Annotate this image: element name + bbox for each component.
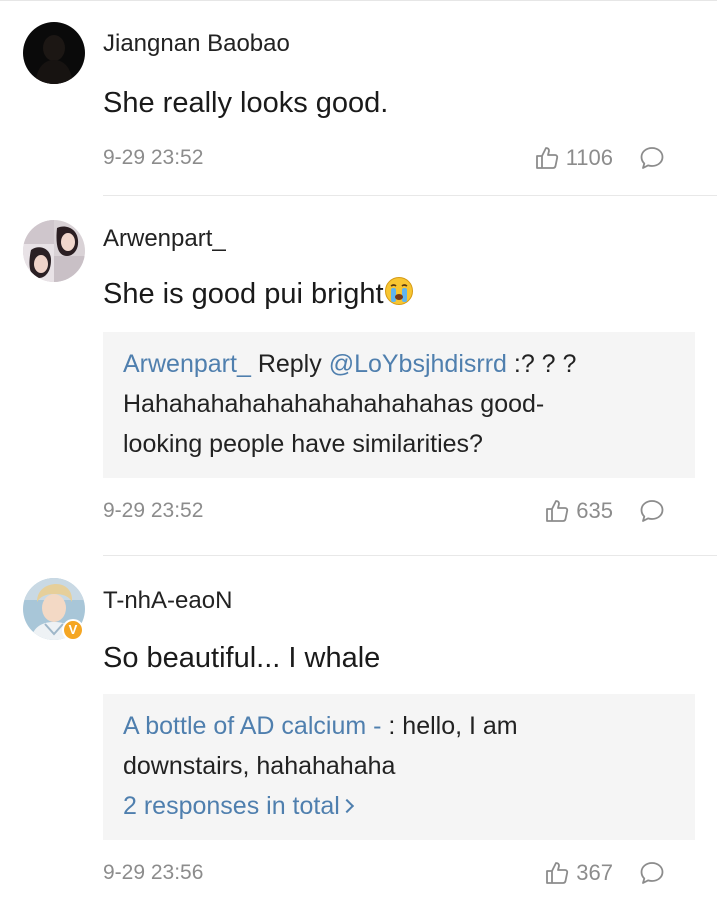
- reply-preview[interactable]: A bottle of AD calcium - : hello, I am d…: [103, 694, 695, 840]
- comment-item: V T-nhA-eaoN So beautiful... I whale A b…: [0, 556, 717, 896]
- thumbs-up-icon: [546, 500, 569, 522]
- avatar[interactable]: [23, 22, 85, 84]
- like-count: 367: [576, 860, 613, 885]
- comment-username[interactable]: Arwenpart_: [103, 224, 695, 254]
- more-replies-label: 2 responses in total: [123, 792, 340, 820]
- comment-text: She is good pui bright: [103, 276, 695, 315]
- comment-bubble-icon: [640, 147, 664, 169]
- comment-meta: 9-29 23:52 1106: [103, 143, 695, 173]
- reply-text: : hello, I am: [388, 712, 518, 740]
- avatar[interactable]: [23, 220, 85, 282]
- crying-face-icon: [384, 276, 414, 315]
- reply-preview[interactable]: Arwenpart_ Reply @LoYbsjhdisrrd :? ? ? H…: [103, 332, 695, 478]
- chevron-right-icon: [339, 798, 354, 814]
- thumbs-up-icon: [546, 862, 569, 884]
- reply-word: Reply: [257, 350, 322, 378]
- reply-line: A bottle of AD calcium - : hello, I am: [123, 706, 675, 746]
- verified-badge-icon: V: [62, 619, 84, 641]
- like-button[interactable]: 635: [544, 496, 613, 526]
- comment-username[interactable]: Jiangnan Baobao: [103, 29, 695, 59]
- comment-meta: 9-29 23:56 367: [103, 858, 695, 888]
- reply-text-line: downstairs, hahahahaha: [123, 752, 396, 780]
- dark-silhouette-avatar-icon: [23, 22, 85, 84]
- comment-bubble-icon: [640, 500, 664, 522]
- reply-author-link[interactable]: Arwenpart_: [123, 350, 251, 378]
- reply-button[interactable]: [639, 498, 665, 529]
- comment-item: Arwenpart_ She is good pui bright Arwenp…: [0, 196, 717, 555]
- reply-button[interactable]: [639, 145, 665, 176]
- like-button[interactable]: 1106: [534, 143, 613, 173]
- thumbs-up-icon: [535, 147, 558, 169]
- like-count: 1106: [565, 145, 613, 170]
- two-women-photo-avatar-icon: [23, 220, 85, 282]
- reply-line: Arwenpart_ Reply @LoYbsjhdisrrd :? ? ?: [123, 344, 675, 384]
- comment-bubble-icon: [640, 862, 664, 884]
- reply-button[interactable]: [639, 860, 665, 891]
- comment-time: 9-29 23:52: [103, 146, 204, 169]
- mention-link[interactable]: @LoYbsjhdisrrd: [329, 350, 507, 378]
- comment-username[interactable]: T-nhA-eaoN: [103, 586, 695, 616]
- reply-text-line: Hahahahahahahahahahahahas good-: [123, 390, 545, 418]
- comment-time: 9-29 23:52: [103, 499, 204, 522]
- comment-text: She really looks good.: [103, 87, 389, 119]
- reply-author-link[interactable]: A bottle of AD calcium -: [123, 712, 381, 740]
- like-count: 635: [576, 498, 613, 523]
- reply-text: :? ? ?: [513, 350, 577, 378]
- like-button[interactable]: 367: [544, 858, 613, 888]
- comment-text-content: She is good pui bright: [103, 278, 384, 310]
- reply-text-line: looking people have similarities?: [123, 430, 483, 458]
- comment-item: Jiangnan Baobao She really looks good. 9…: [0, 1, 717, 195]
- comment-time: 9-29 23:56: [103, 861, 204, 884]
- comment-text: So beautiful... I whale: [103, 642, 381, 674]
- more-replies-link[interactable]: 2 responses in total: [123, 786, 675, 826]
- comment-meta: 9-29 23:52 635: [103, 496, 695, 526]
